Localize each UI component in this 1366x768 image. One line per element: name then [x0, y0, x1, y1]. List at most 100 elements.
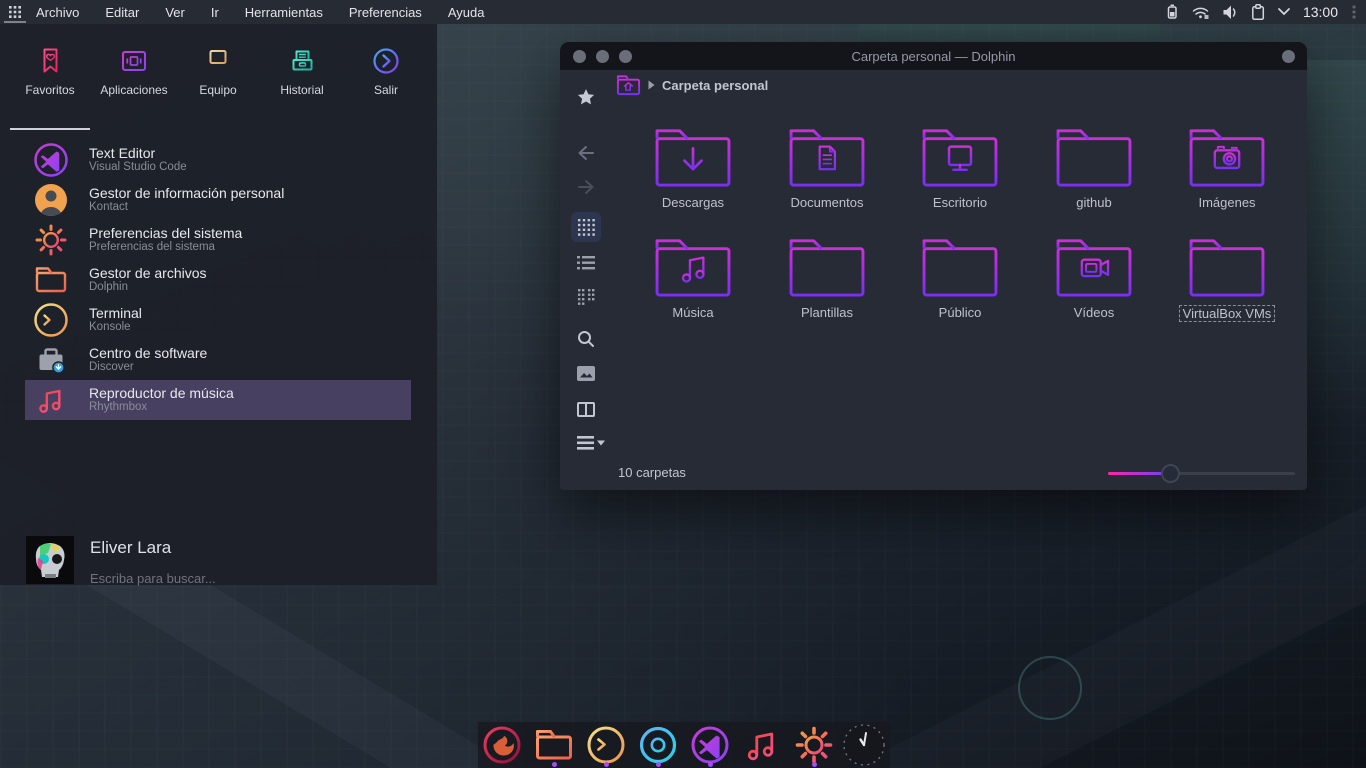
folder-item-documentos[interactable]: Documentos	[760, 125, 894, 212]
desktop: Archivo Editar Ver Ir Herramientas Prefe…	[0, 0, 1366, 768]
application-launcher-panel: Favoritos Aplicaciones	[0, 24, 437, 585]
folder-label: Público	[939, 305, 982, 320]
terminal-icon[interactable]	[585, 724, 627, 766]
music-player-icon[interactable]	[741, 724, 783, 766]
vscode-icon[interactable]	[689, 724, 731, 766]
app-subtitle: Rhythmbox	[89, 401, 234, 414]
breadcrumb-caret-icon	[648, 80, 655, 90]
app-subtitle: Kontact	[89, 201, 284, 214]
overflow-kebab-icon[interactable]	[1350, 3, 1358, 21]
settings-gear-icon[interactable]	[793, 724, 835, 766]
category-equipo[interactable]: Equipo	[176, 34, 260, 130]
app-title: Text Editor	[89, 145, 187, 161]
zoom-slider[interactable]	[1108, 472, 1295, 476]
category-historial[interactable]: Historial	[260, 34, 344, 130]
user-avatar[interactable]	[26, 536, 74, 584]
slider-fill	[1108, 472, 1163, 475]
menu-herramientas[interactable]: Herramientas	[245, 5, 323, 20]
folder-plain-icon	[1055, 125, 1133, 189]
folder-label: VirtualBox VMs	[1179, 305, 1276, 322]
status-bar: 10 carpetas	[560, 458, 1307, 490]
menu-preferencias[interactable]: Preferencias	[349, 5, 422, 20]
launcher-active-indicator	[4, 21, 26, 23]
app-item-software-center[interactable]: Centro de software Discover	[25, 340, 411, 380]
running-indicator	[552, 762, 557, 767]
folder-label: Descargas	[662, 195, 724, 210]
folder-item-videos[interactable]: Vídeos	[1027, 235, 1161, 322]
top-panel: Archivo Editar Ver Ir Herramientas Prefe…	[0, 0, 1366, 24]
category-label: Aplicaciones	[100, 83, 167, 97]
category-label: Historial	[280, 83, 323, 97]
folder-label: Escritorio	[933, 195, 987, 210]
clipboard-icon[interactable]	[1249, 3, 1267, 21]
app-item-text-editor[interactable]: Text Editor Visual Studio Code	[25, 140, 411, 180]
favorite-apps-list: Text Editor Visual Studio Code Gestor de…	[25, 140, 411, 420]
menu-archivo[interactable]: Archivo	[36, 5, 79, 20]
folder-item-publico[interactable]: Público	[893, 235, 1027, 322]
user-name: Eliver Lara	[90, 538, 171, 558]
folder-item-github[interactable]: github	[1027, 125, 1161, 212]
window-button-menu[interactable]	[1282, 50, 1295, 63]
folder-item-descargas[interactable]: Descargas	[626, 125, 760, 212]
category-salir[interactable]: Salir	[344, 34, 428, 130]
file-manager-icon[interactable]	[533, 724, 575, 766]
home-folder-icon	[616, 73, 641, 97]
global-menubar: Archivo Editar Ver Ir Herramientas Prefe…	[36, 5, 484, 20]
menu-ayuda[interactable]: Ayuda	[448, 5, 485, 20]
category-label: Favoritos	[25, 83, 74, 97]
folder-images-icon	[1188, 125, 1266, 189]
volume-icon[interactable]	[1220, 3, 1239, 21]
briefcase-download-icon	[33, 342, 69, 378]
category-label: Equipo	[199, 83, 236, 97]
grid-dots-icon	[8, 5, 22, 19]
search-hint[interactable]: Escriba para buscar...	[90, 571, 216, 586]
slider-handle[interactable]	[1161, 464, 1180, 483]
app-item-system-settings[interactable]: Preferencias del sistema Preferencias de…	[25, 220, 411, 260]
folder-item-virtualbox-vms[interactable]: VirtualBox VMs	[1160, 235, 1294, 323]
app-title: Centro de software	[89, 345, 207, 361]
archive-drawer-icon	[287, 46, 317, 76]
window-titlebar[interactable]: Carpeta personal — Dolphin	[560, 42, 1307, 70]
folder-videos-icon	[1055, 235, 1133, 299]
app-item-terminal[interactable]: Terminal Konsole	[25, 300, 411, 340]
folder-label: Vídeos	[1074, 305, 1114, 320]
folder-item-musica[interactable]: Música	[626, 235, 760, 322]
terminal-icon	[33, 302, 69, 338]
menu-ir[interactable]: Ir	[211, 5, 219, 20]
app-title: Gestor de archivos	[89, 265, 207, 281]
battery-icon[interactable]	[1163, 3, 1181, 21]
folder-item-escritorio[interactable]: Escritorio	[893, 125, 1027, 212]
app-subtitle: Konsole	[89, 321, 142, 334]
app-item-pim[interactable]: Gestor de información personal Kontact	[25, 180, 411, 220]
wifi-icon[interactable]	[1191, 3, 1210, 21]
app-item-music-player[interactable]: Reproductor de música Rhythmbox	[25, 380, 411, 420]
app-title: Reproductor de música	[89, 385, 234, 401]
app-launcher-button[interactable]	[0, 0, 30, 24]
status-folder-count: 10 carpetas	[618, 465, 686, 480]
breadcrumb[interactable]: Carpeta personal	[616, 72, 768, 98]
firefox-icon[interactable]	[481, 724, 523, 766]
folder-label: Documentos	[791, 195, 864, 210]
app-item-file-manager[interactable]: Gestor de archivos Dolphin	[25, 260, 411, 300]
folder-item-imagenes[interactable]: Imágenes	[1160, 125, 1294, 212]
category-aplicaciones[interactable]: Aplicaciones	[92, 34, 176, 130]
folder-music-icon	[654, 235, 732, 299]
chromium-icon[interactable]	[637, 724, 679, 766]
wallpaper-helipad	[1018, 656, 1082, 720]
category-active-underline	[10, 128, 90, 130]
breadcrumb-location[interactable]: Carpeta personal	[662, 78, 768, 93]
folder-documents-icon	[788, 125, 866, 189]
clock[interactable]: 13:00	[1303, 4, 1338, 20]
chevron-down-icon[interactable]	[1277, 7, 1291, 17]
menu-editar[interactable]: Editar	[105, 5, 139, 20]
clock-widget-icon[interactable]	[841, 722, 887, 768]
folder-plain-icon	[788, 235, 866, 299]
folder-view: Descargas Documentos	[560, 112, 1307, 442]
star-icon[interactable]	[573, 84, 599, 110]
folder-item-plantillas[interactable]: Plantillas	[760, 235, 894, 322]
running-indicator	[604, 762, 609, 767]
logout-circle-icon	[371, 46, 401, 76]
folder-icon	[33, 262, 69, 298]
menu-ver[interactable]: Ver	[165, 5, 185, 20]
category-favoritos[interactable]: Favoritos	[8, 34, 92, 130]
